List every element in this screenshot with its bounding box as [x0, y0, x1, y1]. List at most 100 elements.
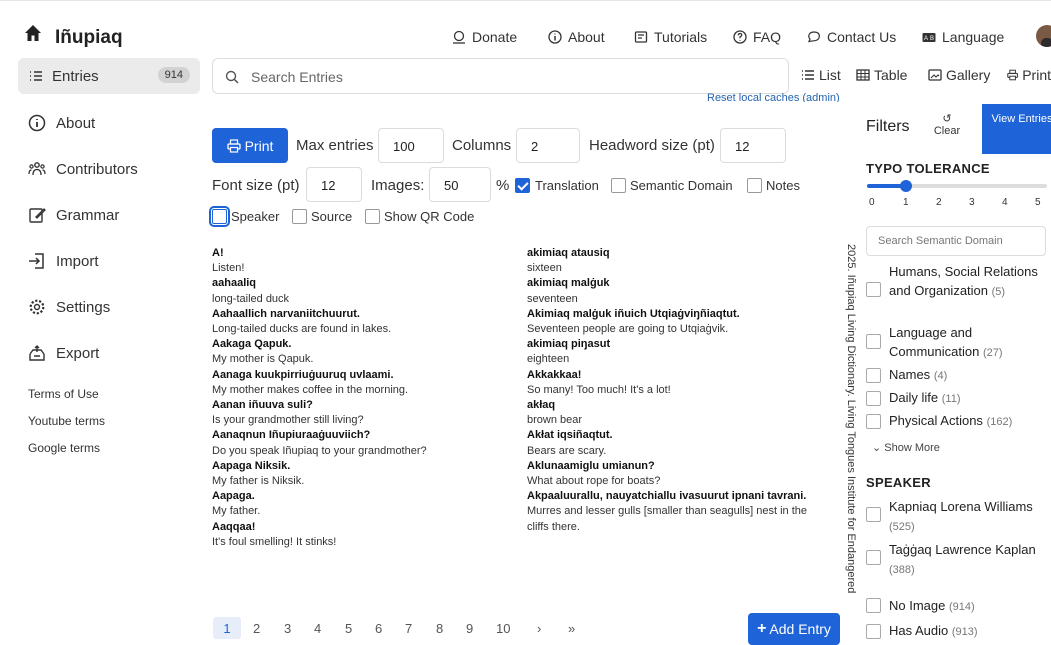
tick-label: 2	[936, 197, 942, 208]
list-item: Akłat iqsiñaqtut. Bears are scary.	[527, 428, 827, 458]
add-entry-button[interactable]: + Add Entry	[748, 613, 840, 645]
page-2-button[interactable]: 2	[253, 621, 260, 636]
chat-icon	[808, 31, 820, 43]
entry-translation: seventeen	[527, 292, 578, 305]
user-avatar[interactable]	[1036, 25, 1051, 47]
entry-headword: A!	[212, 247, 224, 259]
entry-headword: akimiaq atausiq	[527, 247, 610, 259]
domain-checkbox[interactable]	[866, 391, 881, 406]
images-field[interactable]: 50	[429, 167, 491, 202]
nav-about[interactable]: About	[548, 29, 605, 45]
nav-faq[interactable]: FAQ	[733, 29, 781, 45]
domain-checkbox[interactable]	[866, 334, 881, 349]
search-placeholder: Search Entries	[251, 69, 343, 85]
page-5-button[interactable]: 5	[345, 621, 352, 636]
view-list-button[interactable]: List	[801, 67, 841, 83]
show-qr-code-label: Show QR Code	[384, 209, 475, 224]
sidebar-item-contributors[interactable]: Contributors	[28, 160, 138, 178]
max-entries-field[interactable]: 100	[378, 128, 444, 163]
speaker-item: Kapniaq Lorena Williams (525)	[889, 497, 1049, 537]
no-image-checkbox[interactable]	[866, 598, 881, 613]
semantic-domain-search-input[interactable]: Search Semantic Domain	[866, 226, 1046, 256]
nav-contact[interactable]: Contact Us	[807, 29, 896, 45]
has-audio-checkbox[interactable]	[866, 624, 881, 639]
page-10-button[interactable]: 10	[496, 621, 510, 636]
nav-donate-label: Donate	[472, 29, 518, 45]
print-button[interactable]: Print	[212, 128, 288, 163]
show-more-button[interactable]: ⌄ Show More	[872, 441, 940, 454]
translation-checkbox[interactable]	[515, 178, 530, 193]
semantic-domain-checkbox[interactable]	[611, 178, 626, 193]
nav-tutorials[interactable]: Tutorials	[634, 29, 707, 45]
terms-of-use-link[interactable]: Terms of Use	[28, 387, 99, 401]
sidebar-item-about[interactable]: About	[28, 114, 95, 132]
print-icon	[1007, 69, 1018, 81]
sidebar-item-import[interactable]: Import	[28, 252, 99, 270]
font-size-field[interactable]: 12	[306, 167, 362, 202]
citation-vertical: 2025. Iñupiaq Living Dictionary. Living …	[843, 244, 857, 608]
sidebar-item-label: Grammar	[56, 206, 120, 224]
sidebar-item-settings[interactable]: Settings	[28, 298, 110, 316]
columns-field[interactable]: 2	[516, 128, 580, 163]
view-gallery-button[interactable]: Gallery	[928, 67, 990, 83]
source-checkbox[interactable]	[292, 209, 307, 224]
export-icon	[29, 345, 45, 361]
no-image-count: (914)	[949, 601, 975, 613]
sidebar-item-export[interactable]: Export	[28, 344, 99, 362]
max-entries-label: Max entries	[296, 137, 374, 154]
entry-translation: My father is Niksik.	[212, 475, 305, 488]
page-3-button[interactable]: 3	[284, 621, 291, 636]
show-qr-code-checkbox[interactable]	[365, 209, 380, 224]
list-item: Aapaga Niksik. My father is Niksik.	[212, 459, 512, 489]
clear-filters-button[interactable]: ↺ Clear	[932, 112, 962, 137]
notes-checkbox[interactable]	[747, 178, 762, 193]
domain-checkbox[interactable]	[866, 368, 881, 383]
has-audio-count: (913)	[951, 626, 978, 638]
speaker-count: (525)	[889, 521, 915, 533]
app-title[interactable]: Iñupiaq	[55, 27, 123, 49]
view-table-label: Table	[874, 67, 908, 83]
domain-checkbox[interactable]	[866, 414, 881, 429]
entry-headword: Aanan iñuuva suli?	[212, 399, 313, 412]
page-8-button[interactable]: 8	[436, 621, 443, 636]
last-page-icon[interactable]: »	[568, 621, 575, 636]
google-terms-link[interactable]: Google terms	[28, 441, 100, 455]
reset-caches-link[interactable]: Reset local caches (admin)	[707, 92, 840, 102]
nav-donate[interactable]: Donate	[452, 29, 517, 45]
entry-headword: Akkakkaa!	[527, 368, 582, 381]
sidebar-item-entries[interactable]: Entries 914	[18, 58, 200, 94]
page-4-button[interactable]: 4	[314, 621, 321, 636]
show-more-label: Show More	[884, 442, 940, 454]
domain-item: Language and Communication (27)	[889, 323, 1049, 363]
entry-translation: It's foul smelling! It stinks!	[212, 535, 337, 548]
typo-tolerance-handle[interactable]	[900, 180, 912, 192]
page-6-button[interactable]: 6	[375, 621, 382, 636]
domain-label: Humans, Social Relations and Organizatio…	[889, 264, 1038, 298]
youtube-terms-link[interactable]: Youtube terms	[28, 414, 105, 428]
page-7-button[interactable]: 7	[405, 621, 412, 636]
entry-headword: Akłat iqsiñaqtut.	[527, 429, 613, 442]
list-item: akimiaq malġuk seventeen	[527, 276, 827, 306]
speaker-checkbox[interactable]	[866, 507, 881, 522]
view-print-button[interactable]: Print	[1007, 67, 1051, 83]
next-page-icon[interactable]: ›	[537, 621, 541, 636]
page-9-button[interactable]: 9	[466, 621, 473, 636]
nav-language[interactable]: AB Language	[922, 29, 1004, 45]
domain-checkbox[interactable]	[866, 282, 881, 297]
entry-headword: akimiaq malġuk	[527, 277, 610, 290]
sidebar-item-label: Import	[56, 252, 99, 270]
chevron-down-icon: ⌄	[872, 442, 885, 454]
list-item: Aanaqnun Iñupiuraaġuuviich? Do you speak …	[212, 428, 512, 458]
home-icon[interactable]	[24, 24, 42, 42]
speaker-checkbox[interactable]	[209, 206, 230, 227]
media-item: Has Audio (913)	[889, 621, 1049, 642]
headword-size-label: Headword size (pt)	[589, 137, 715, 154]
list-item: Akkakkaa! So many! Too much! It's a lot!	[527, 368, 827, 398]
view-table-button[interactable]: Table	[856, 67, 907, 83]
sidebar-item-grammar[interactable]: Grammar	[28, 206, 119, 224]
speaker-checkbox[interactable]	[866, 550, 881, 565]
search-input[interactable]: Search Entries	[212, 58, 789, 94]
headword-size-field[interactable]: 12	[720, 128, 786, 163]
view-entries-button[interactable]: View Entries	[982, 104, 1051, 154]
page-1-button[interactable]: 1	[213, 617, 241, 639]
